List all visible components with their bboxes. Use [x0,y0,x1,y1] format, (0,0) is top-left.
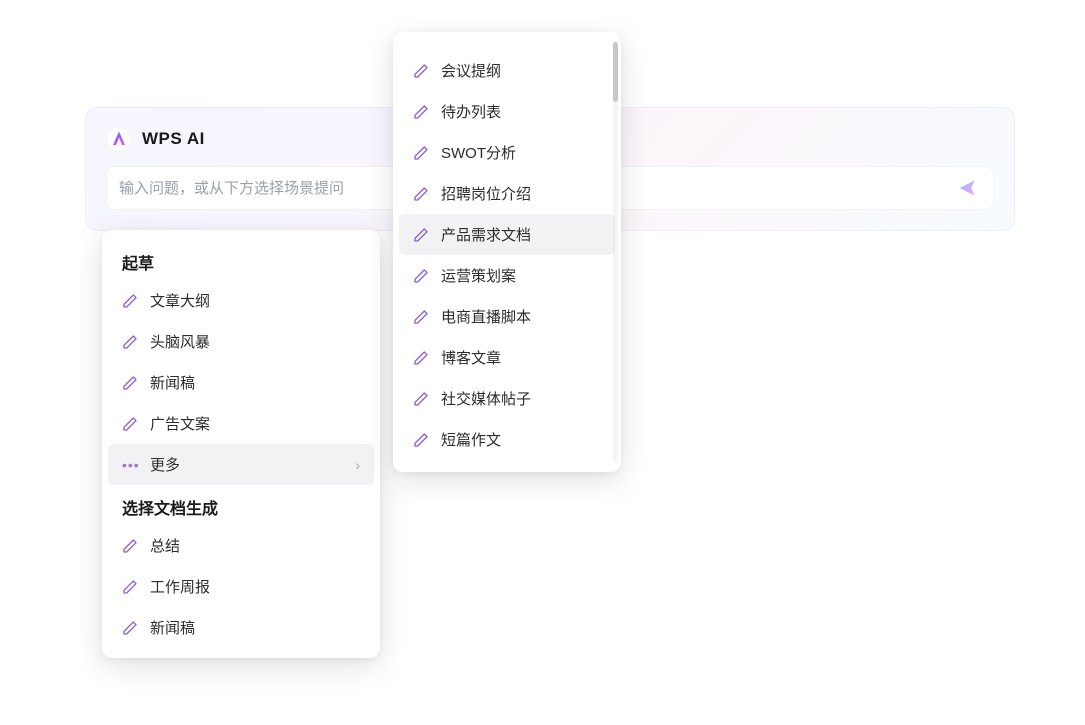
menu-item-label: 社交媒体帖子 [441,388,531,409]
pen-icon [122,416,138,432]
submenu-item[interactable]: 招聘岗位介绍 [393,173,621,214]
more-submenu: 会议提纲待办列表 SWOT分析招聘岗位介绍产品需求文档运营策划案电商直播脚本博客文… [393,32,621,472]
pen-icon [413,268,429,284]
pen-icon [413,186,429,202]
menu-item-label: SWOT分析 [441,142,516,163]
ai-title: WPS AI [142,129,205,149]
submenu-item[interactable]: 短篇作文 [393,419,621,460]
menu-item-label: 广告文案 [150,413,210,434]
menu-item-label: 工作周报 [150,576,210,597]
menu-item[interactable]: 新闻稿 [102,607,380,648]
menu-item[interactable]: 头脑风暴 [102,321,380,362]
pen-icon [122,375,138,391]
menu-item[interactable]: 总结 [102,525,380,566]
menu-item-label: 电商直播脚本 [441,306,531,327]
pen-icon [413,227,429,243]
menu-item-label: 待办列表 [441,101,501,122]
menu-item-label: 产品需求文档 [441,224,531,245]
menu-item-label: 招聘岗位介绍 [441,183,531,204]
submenu-item[interactable]: 博客文章 [393,337,621,378]
scrollbar[interactable] [613,42,618,462]
pen-icon [122,293,138,309]
menu-item-more[interactable]: ••• 更多 › [108,444,374,485]
submenu-item[interactable]: 会议提纲 [393,50,621,91]
menu-item-label: 运营策划案 [441,265,516,286]
submenu-item[interactable]: 电商直播脚本 [393,296,621,337]
menu-item[interactable]: 广告文案 [102,403,380,444]
section-header: 起草 [102,240,380,280]
wps-ai-logo-icon [106,126,132,152]
menu-item-label: 总结 [150,535,180,556]
menu-item-label: 博客文章 [441,347,501,368]
menu-item[interactable]: 文章大纲 [102,280,380,321]
pen-icon [122,620,138,636]
menu-item-label: 头脑风暴 [150,331,210,352]
pen-icon [413,104,429,120]
submenu-item[interactable]: 待办列表 [393,91,621,132]
menu-item-label: 文章大纲 [150,290,210,311]
pen-icon [413,145,429,161]
pen-icon [413,391,429,407]
pen-icon [413,432,429,448]
menu-item-label: 更多 [150,454,180,475]
menu-item[interactable]: 新闻稿 [102,362,380,403]
pen-icon [122,579,138,595]
pen-icon [413,63,429,79]
submenu-item[interactable]: 产品需求文档 [399,214,615,255]
chevron-right-icon: › [355,457,360,473]
submenu-item[interactable]: 运营策划案 [393,255,621,296]
submenu-item[interactable]: SWOT分析 [393,132,621,173]
pen-icon [122,538,138,554]
section-header: 选择文档生成 [102,485,380,525]
more-dots-icon: ••• [122,457,138,473]
draft-menu: 起草文章大纲头脑风暴新闻稿广告文案•••更多›选择文档生成总结工作周报新闻稿 [102,230,380,658]
pen-icon [413,309,429,325]
pen-icon [122,334,138,350]
pen-icon [413,350,429,366]
submenu-item[interactable]: 社交媒体帖子 [393,378,621,419]
send-icon [957,178,977,198]
menu-item-label: 会议提纲 [441,60,501,81]
menu-item-label: 新闻稿 [150,617,195,638]
menu-item-label: 新闻稿 [150,372,195,393]
scrollbar-thumb[interactable] [613,42,618,102]
send-button[interactable] [953,174,981,202]
menu-item-label: 短篇作文 [441,429,501,450]
menu-item[interactable]: 工作周报 [102,566,380,607]
